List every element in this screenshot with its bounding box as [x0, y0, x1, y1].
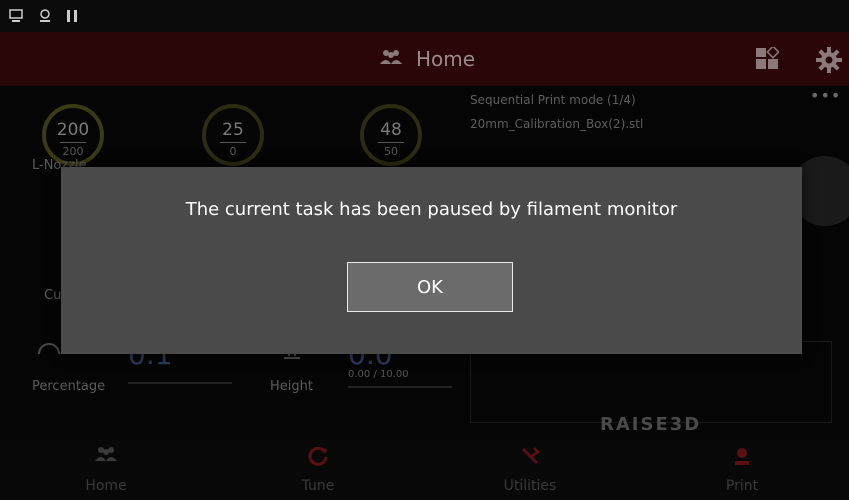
page-title: Home — [380, 46, 475, 72]
height-bar — [348, 386, 452, 388]
title-bar: Home — [0, 32, 849, 86]
wrench-icon — [424, 446, 636, 468]
height-label: Height — [270, 379, 313, 394]
pause-icon — [66, 9, 78, 27]
status-bar — [0, 0, 849, 32]
more-icon[interactable]: ••• — [810, 86, 841, 105]
ok-button[interactable]: OK — [347, 262, 513, 312]
nav-print[interactable]: Print — [636, 440, 848, 500]
cu-label: Cu — [44, 288, 62, 303]
percentage-bar — [128, 382, 232, 384]
bed-temp-current: 25 — [222, 120, 244, 140]
brand-logo: RAISE3D — [600, 414, 702, 435]
bed-temp-gauge[interactable]: 25 0 — [202, 104, 264, 166]
webcam-icon — [38, 9, 52, 27]
nav-tune[interactable]: Tune — [212, 440, 424, 500]
nozzle-temp-target: 200 — [62, 145, 84, 158]
nav-tune-label: Tune — [301, 478, 335, 494]
height-sub: 0.00 / 10.00 — [348, 369, 409, 380]
monitor-icon — [9, 9, 23, 27]
grid-icon[interactable] — [755, 45, 780, 71]
nav-utilities[interactable]: Utilities — [424, 440, 636, 500]
nav-utilities-label: Utilities — [503, 478, 557, 494]
nav-print-label: Print — [725, 478, 759, 494]
nav-home[interactable]: Home — [0, 440, 212, 500]
file-info: Sequential Print mode (1/4) 20mm_Calibra… — [470, 88, 643, 136]
users-icon — [0, 446, 212, 468]
percentage-label: Percentage — [32, 379, 106, 394]
users-icon — [380, 49, 402, 69]
bed-temp-target: 0 — [229, 145, 237, 158]
chamber-temp-gauge[interactable]: 48 50 — [360, 104, 422, 166]
gauge-icon — [36, 336, 62, 360]
page-title-text: Home — [416, 47, 476, 71]
dialog-message: The current task has been paused by fila… — [185, 199, 678, 220]
tune-icon — [212, 446, 424, 468]
chamber-temp-target: 50 — [384, 145, 398, 158]
bottom-nav: Home Tune Utilities Print — [0, 440, 849, 500]
print-mode: Sequential Print mode (1/4) — [470, 93, 636, 107]
nav-home-label: Home — [85, 478, 127, 494]
file-name: 20mm_Calibration_Box(2).stl — [470, 117, 644, 131]
print-icon — [636, 446, 848, 468]
pause-dialog: The current task has been paused by fila… — [61, 167, 802, 354]
gear-icon[interactable] — [816, 47, 842, 73]
chamber-temp-current: 48 — [380, 120, 402, 140]
nozzle-temp-gauge[interactable]: 200 200 — [42, 104, 104, 166]
nozzle-temp-current: 200 — [56, 120, 90, 140]
